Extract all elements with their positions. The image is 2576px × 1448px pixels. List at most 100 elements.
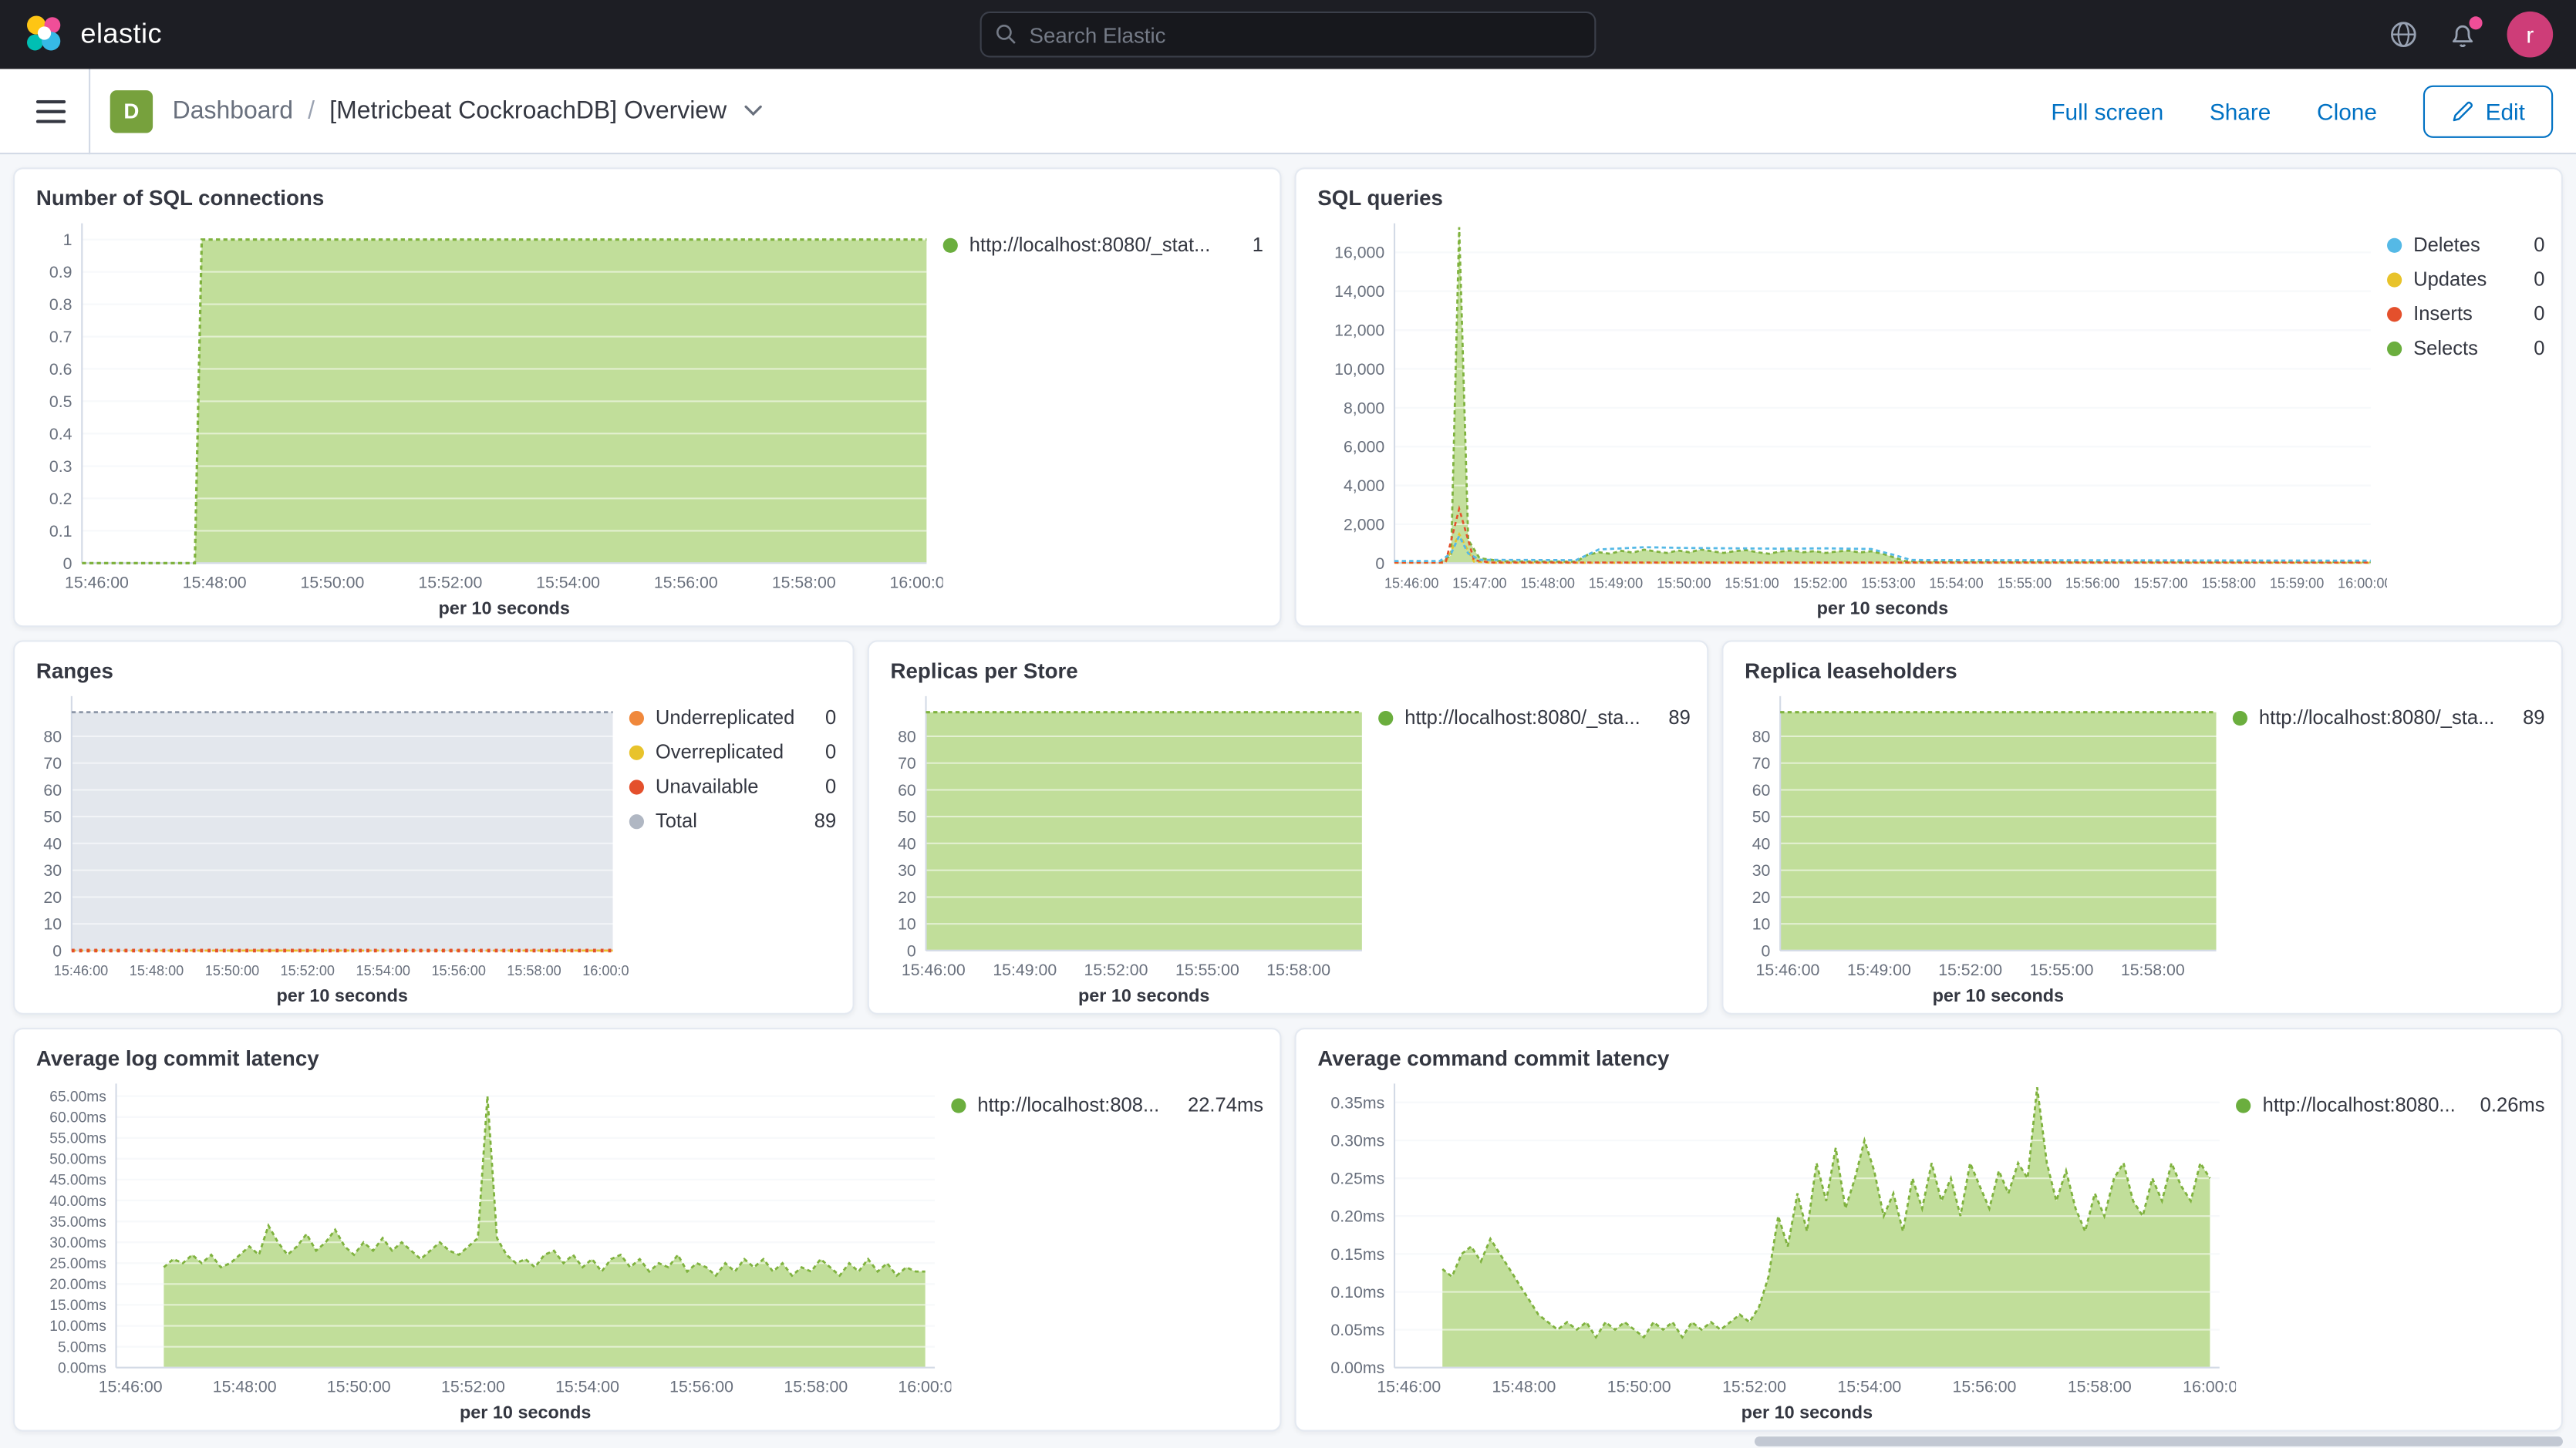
legend-item[interactable]: Updates0 [2387, 268, 2544, 291]
space-badge[interactable]: D [110, 89, 153, 132]
user-avatar[interactable]: r [2507, 12, 2554, 58]
svg-text:70: 70 [1752, 754, 1771, 773]
legend-item[interactable]: http://localhost:8080/_sta...89 [1378, 706, 1691, 729]
legend-item[interactable]: http://localhost:808... 22.74ms [951, 1093, 1263, 1116]
legend-series-dot [629, 813, 644, 828]
panel-title: Replicas per Store [891, 658, 1691, 683]
chart-canvas: 0.00ms0.05ms0.10ms0.15ms0.20ms0.25ms0.30… [1313, 1070, 2236, 1426]
svg-text:60: 60 [1752, 781, 1771, 800]
global-search-bar[interactable] [980, 12, 1597, 58]
search-input[interactable] [1030, 22, 1582, 47]
panel-average-command-commit-latency: Average command commit latency 0.00ms0.0… [1295, 1028, 2563, 1432]
svg-text:8,000: 8,000 [1344, 399, 1384, 417]
full-screen-button[interactable]: Full screen [2051, 98, 2163, 124]
legend-item[interactable]: Selects0 [2387, 337, 2544, 360]
legend-item[interactable]: http://localhost:8080...0.26ms [2237, 1093, 2545, 1116]
chart-canvas: 02,0004,0006,0008,00010,00012,00014,0001… [1313, 210, 2387, 622]
svg-text:15:50:00: 15:50:00 [327, 1378, 391, 1396]
clone-button[interactable]: Clone [2317, 98, 2377, 124]
svg-text:15:54:00: 15:54:00 [1837, 1378, 1901, 1396]
svg-text:per 10 seconds: per 10 seconds [1933, 985, 2064, 1005]
svg-text:15:48:00: 15:48:00 [213, 1378, 277, 1396]
svg-text:15:56:00: 15:56:00 [2065, 575, 2119, 591]
legend-series-label: Unavailable [656, 775, 759, 798]
notification-badge [2470, 15, 2483, 29]
svg-text:10.00ms: 10.00ms [49, 1318, 106, 1335]
svg-text:15:50:00: 15:50:00 [300, 573, 364, 591]
legend-series-label: Overreplicated [656, 740, 784, 763]
svg-text:60: 60 [898, 781, 916, 800]
svg-text:0: 0 [52, 941, 62, 960]
svg-text:15:52:00: 15:52:00 [441, 1378, 505, 1396]
svg-text:60: 60 [43, 781, 62, 800]
legend-series-value: 22.74ms [1175, 1093, 1263, 1116]
svg-text:40: 40 [1752, 834, 1771, 853]
legend-item[interactable]: http://localhost:8080/_sta...89 [2233, 706, 2545, 729]
notifications-icon[interactable] [2448, 21, 2477, 49]
sql-queries-chart[interactable]: 02,0004,0006,0008,00010,00012,00014,0001… [1313, 210, 2387, 622]
svg-text:6,000: 6,000 [1344, 438, 1384, 456]
legend-series-dot [629, 710, 644, 725]
legend-series-label: http://localhost:808... [977, 1093, 1159, 1116]
svg-text:70: 70 [898, 754, 916, 773]
help-icon[interactable] [2389, 20, 2418, 49]
replica-leaseholders-chart[interactable]: 0102030405060708015:46:0015:49:0015:52:0… [1740, 683, 2233, 1010]
legend-series-dot [2387, 271, 2402, 286]
svg-text:0.3: 0.3 [49, 457, 72, 476]
legend-item[interactable]: Overreplicated0 [629, 740, 836, 763]
svg-text:0.05ms: 0.05ms [1330, 1321, 1384, 1339]
svg-text:15:59:00: 15:59:00 [2270, 575, 2324, 591]
edit-button[interactable]: Edit [2423, 85, 2554, 137]
ranges-chart[interactable]: 0102030405060708015:46:0015:48:0015:50:0… [31, 683, 629, 1010]
legend-item[interactable]: Deletes0 [2387, 233, 2544, 256]
svg-text:80: 80 [43, 727, 62, 746]
menu-icon[interactable] [23, 68, 79, 153]
svg-text:30: 30 [1752, 861, 1771, 880]
svg-text:1: 1 [63, 231, 72, 249]
elastic-logo[interactable]: elastic [23, 13, 162, 56]
svg-text:0.5: 0.5 [49, 392, 72, 411]
share-button[interactable]: Share [2210, 98, 2271, 124]
sql-connections-chart[interactable]: 00.10.20.30.40.50.60.70.80.9115:46:0015:… [31, 210, 942, 622]
replica-leaseholders-legend: http://localhost:8080/_sta...89 [2233, 683, 2545, 1010]
legend-item[interactable]: Unavailable0 [629, 775, 836, 798]
legend-item[interactable]: Total89 [629, 810, 836, 833]
svg-text:20: 20 [1752, 888, 1771, 907]
panel-title: SQL queries [1317, 186, 2544, 210]
legend-item[interactable]: Inserts0 [2387, 302, 2544, 325]
legend-series-value: 89 [2510, 706, 2544, 729]
svg-text:65.00ms: 65.00ms [49, 1089, 106, 1105]
breadcrumb: Dashboard / [Metricbeat CockroachDB] Ove… [173, 97, 763, 125]
legend-item[interactable]: http://localhost:8080/_stat...1 [943, 233, 1263, 256]
legend-series-dot [951, 1097, 966, 1112]
chevron-down-icon[interactable] [745, 105, 763, 116]
chart-canvas: 0102030405060708015:46:0015:48:0015:50:0… [31, 683, 629, 1010]
breadcrumb-dashboard-link[interactable]: Dashboard [173, 97, 293, 125]
svg-text:40: 40 [898, 834, 916, 853]
replicas-per-store-chart[interactable]: 0102030405060708015:46:0015:49:0015:52:0… [885, 683, 1378, 1010]
legend-series-dot [2387, 306, 2402, 321]
panel-title: Average command commit latency [1317, 1046, 2544, 1070]
svg-text:15:56:00: 15:56:00 [654, 573, 718, 591]
replicas-per-store-legend: http://localhost:8080/_sta...89 [1378, 683, 1691, 1010]
svg-text:70: 70 [43, 754, 62, 773]
legend-item[interactable]: Underreplicated0 [629, 706, 836, 729]
svg-text:15:46:00: 15:46:00 [99, 1378, 163, 1396]
command-commit-latency-chart[interactable]: 0.00ms0.05ms0.10ms0.15ms0.20ms0.25ms0.30… [1313, 1070, 2237, 1426]
log-commit-latency-chart[interactable]: 0.00ms5.00ms10.00ms15.00ms20.00ms25.00ms… [31, 1070, 951, 1426]
legend-series-dot [629, 745, 644, 759]
svg-text:15:58:00: 15:58:00 [2121, 961, 2185, 979]
legend-series-value: 1 [1239, 233, 1263, 256]
svg-text:10,000: 10,000 [1334, 360, 1384, 379]
svg-text:15:58:00: 15:58:00 [507, 963, 561, 978]
elastic-logo-icon [23, 13, 66, 56]
svg-text:0.10ms: 0.10ms [1330, 1283, 1384, 1302]
svg-text:4,000: 4,000 [1344, 476, 1384, 495]
svg-text:15:56:00: 15:56:00 [431, 963, 485, 978]
chart-canvas: 0.00ms5.00ms10.00ms15.00ms20.00ms25.00ms… [31, 1070, 951, 1426]
svg-text:2,000: 2,000 [1344, 515, 1384, 534]
svg-text:0.20ms: 0.20ms [1330, 1207, 1384, 1226]
svg-text:0.30ms: 0.30ms [1330, 1131, 1384, 1150]
svg-text:16:00:00: 16:00:00 [890, 573, 943, 591]
horizontal-scrollbar-thumb[interactable] [1755, 1436, 2563, 1446]
